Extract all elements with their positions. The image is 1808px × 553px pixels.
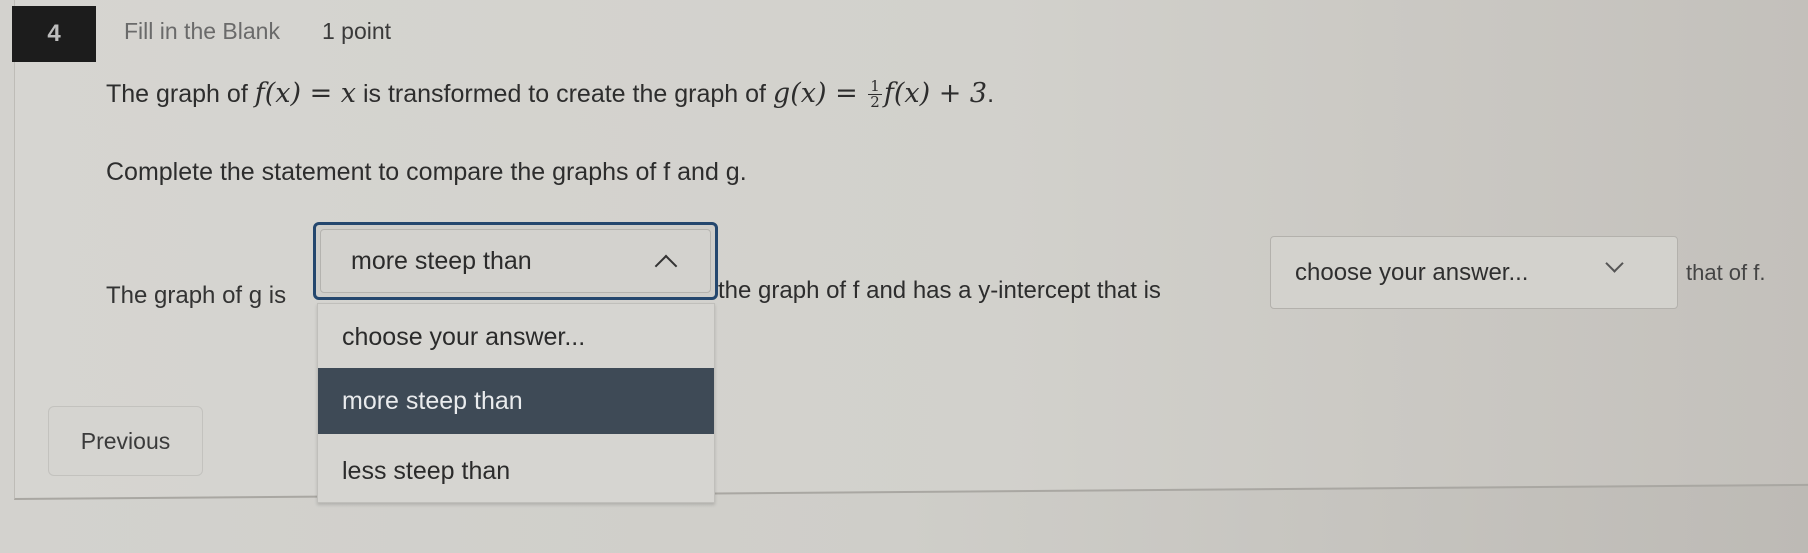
- fraction: 12: [868, 79, 882, 110]
- steepness-dropdown[interactable]: more steep than: [313, 222, 718, 300]
- steepness-dropdown-field[interactable]: more steep than: [320, 229, 711, 293]
- steepness-dropdown-value: more steep than: [351, 247, 532, 275]
- g-expression: g(x) = 1 2 f(x) + 3: [772, 78, 988, 110]
- steepness-dropdown-menu: choose your answer... more steep than le…: [317, 303, 715, 503]
- chevron-down-icon[interactable]: [1605, 254, 1624, 273]
- dropdown-option-choose[interactable]: choose your answer...: [318, 304, 714, 370]
- question-number-badge: 4: [12, 6, 96, 62]
- sentence-part-1: The graph of g is: [106, 282, 287, 309]
- instruction-text: Complete the statement to compare the gr…: [106, 158, 747, 186]
- dropdown-option-more-steep[interactable]: more steep than: [318, 368, 714, 434]
- g-rhs: f(x) + 3: [883, 78, 988, 109]
- previous-button[interactable]: Previous: [48, 406, 203, 476]
- fraction-denominator: 2: [870, 93, 880, 111]
- f-expression: f(x) = x: [254, 78, 357, 109]
- chevron-up-icon[interactable]: [654, 254, 678, 278]
- question-prompt: The graph of f(x) = x is transformed to …: [106, 78, 994, 110]
- question-type: Fill in the Blank: [124, 18, 280, 44]
- prompt-text: is transformed to create the graph of: [356, 80, 773, 108]
- sentence-part-3: that of f.: [1686, 260, 1766, 285]
- prompt-end: .: [987, 80, 995, 108]
- intercept-dropdown[interactable]: choose your answer...: [1270, 236, 1678, 309]
- question-points: 1 point: [322, 18, 392, 44]
- intercept-dropdown-value: choose your answer...: [1295, 259, 1529, 286]
- dropdown-option-less-steep[interactable]: less steep than: [318, 438, 714, 504]
- prompt-text: The graph of: [106, 80, 255, 108]
- sentence-part-2: the graph of f and has a y-intercept tha…: [718, 277, 1161, 304]
- question-number: 4: [47, 20, 61, 47]
- g-lhs: g(x) =: [772, 78, 867, 109]
